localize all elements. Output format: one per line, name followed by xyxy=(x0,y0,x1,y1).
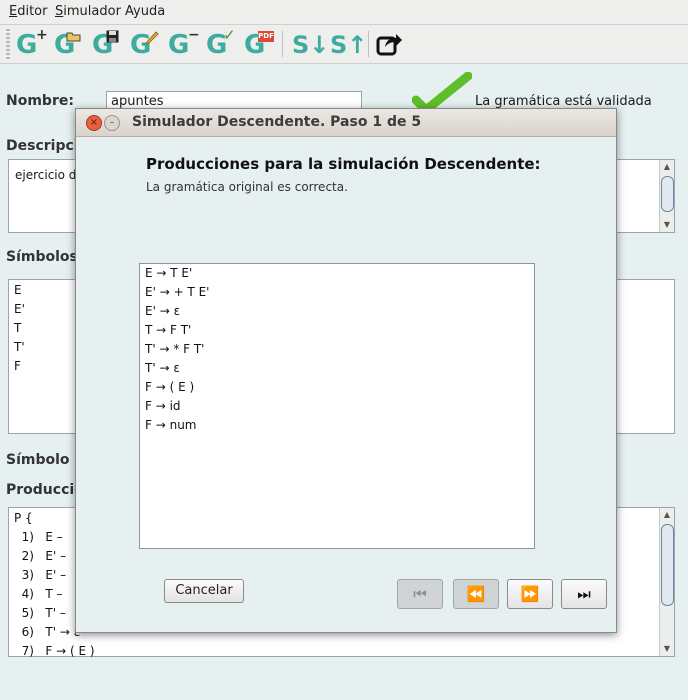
open-grammar-button[interactable]: G xyxy=(52,29,84,61)
toolbar: G + G G G G − G ✓ G PDF S↓ S↑ xyxy=(0,25,688,64)
dialog-titlebar[interactable]: × – Simulador Descendente. Paso 1 de 5 xyxy=(76,109,616,137)
menu-simulador[interactable]: Simulador xyxy=(55,4,121,19)
scroll-thumb[interactable] xyxy=(661,176,674,212)
simulate-descendent-icon: S↓ xyxy=(292,31,330,59)
close-icon[interactable]: × xyxy=(86,115,102,131)
next-step-button[interactable]: ⏩ xyxy=(507,579,553,609)
list-item[interactable]: T' xyxy=(14,340,25,354)
minimize-icon[interactable]: – xyxy=(104,115,120,131)
dialog-heading: Producciones para la simulación Descende… xyxy=(146,155,541,173)
scroll-up-icon[interactable]: ▲ xyxy=(660,508,674,522)
scroll-down-icon[interactable]: ▼ xyxy=(660,642,674,656)
folder-icon xyxy=(66,32,81,42)
scroll-up-icon[interactable]: ▲ xyxy=(660,160,674,174)
menu-ayuda[interactable]: Ayuda xyxy=(125,4,165,19)
save-grammar-button[interactable]: G xyxy=(90,29,122,61)
share-export-icon xyxy=(376,34,402,56)
previous-step-button[interactable]: ⏪ xyxy=(453,579,499,609)
list-item[interactable]: E xyxy=(14,283,22,297)
list-item[interactable]: T → F T' xyxy=(145,323,191,337)
scroll-thumb[interactable] xyxy=(661,524,674,606)
skip-last-icon: ⏭ xyxy=(577,585,591,603)
new-grammar-icon: G xyxy=(16,30,38,60)
validated-check-icon xyxy=(412,72,472,112)
list-item[interactable]: E → T E' xyxy=(145,266,192,280)
list-item[interactable]: E' → + T E' xyxy=(145,285,209,299)
remove-grammar-button[interactable]: G − xyxy=(166,27,200,61)
productions-list[interactable]: E → T E' E' → + T E' E' → ε T → F T' T' … xyxy=(139,263,535,549)
name-label: Nombre: xyxy=(6,93,74,109)
validation-status: La gramática está validada xyxy=(475,94,652,109)
floppy-icon xyxy=(106,30,119,43)
fast-forward-icon: ⏩ xyxy=(520,585,540,603)
export-pdf-button[interactable]: G PDF xyxy=(242,29,274,61)
toolbar-separator xyxy=(368,31,369,57)
list-item[interactable]: F → id xyxy=(145,399,181,413)
first-step-button[interactable]: ⏮ xyxy=(397,579,443,609)
menu-bar: Editor Simulador Ayuda xyxy=(0,0,688,25)
pencil-icon xyxy=(145,31,159,45)
dialog-title: Simulador Descendente. Paso 1 de 5 xyxy=(132,114,422,130)
list-item[interactable]: T xyxy=(14,321,21,335)
simulator-dialog: × – Simulador Descendente. Paso 1 de 5 P… xyxy=(75,108,617,633)
list-item[interactable]: T' → ε xyxy=(145,361,180,375)
menu-editor[interactable]: Editor xyxy=(9,4,47,19)
symbols-label: Símbolos xyxy=(6,249,78,265)
list-item[interactable]: E' → ε xyxy=(145,304,180,318)
last-step-button[interactable]: ⏭ xyxy=(561,579,607,609)
list-item[interactable]: E' xyxy=(14,302,25,316)
validate-grammar-button[interactable]: G ✓ xyxy=(204,26,236,61)
list-item[interactable]: T' → * F T' xyxy=(145,342,204,356)
description-scrollbar[interactable]: ▲ ▼ xyxy=(659,160,674,232)
toolbar-separator xyxy=(282,31,283,57)
new-grammar-button[interactable]: G + xyxy=(14,27,48,61)
productions-scrollbar[interactable]: ▲ ▼ xyxy=(659,508,674,656)
list-item[interactable]: F → ( E ) xyxy=(145,380,194,394)
list-item[interactable]: F xyxy=(14,359,21,373)
dialog-subtitle: La gramática original es correcta. xyxy=(146,180,348,194)
share-export-button[interactable] xyxy=(374,29,406,61)
list-item[interactable]: F → num xyxy=(145,418,197,432)
simulate-ascendent-icon: S↑ xyxy=(330,31,368,59)
simulate-descendent-button[interactable]: S↓ xyxy=(290,29,330,61)
skip-first-icon: ⏮ xyxy=(413,585,427,603)
cancel-button[interactable]: Cancelar xyxy=(164,579,244,603)
scroll-down-icon[interactable]: ▼ xyxy=(660,218,674,232)
simulate-ascendent-button[interactable]: S↑ xyxy=(328,29,368,61)
toolbar-grip[interactable] xyxy=(6,29,10,59)
remove-grammar-icon: G xyxy=(168,30,190,60)
edit-grammar-button[interactable]: G xyxy=(128,29,160,61)
productions-label: Produccio xyxy=(6,482,84,498)
rewind-icon: ⏪ xyxy=(466,585,486,603)
description-label: Descripci xyxy=(6,138,79,154)
